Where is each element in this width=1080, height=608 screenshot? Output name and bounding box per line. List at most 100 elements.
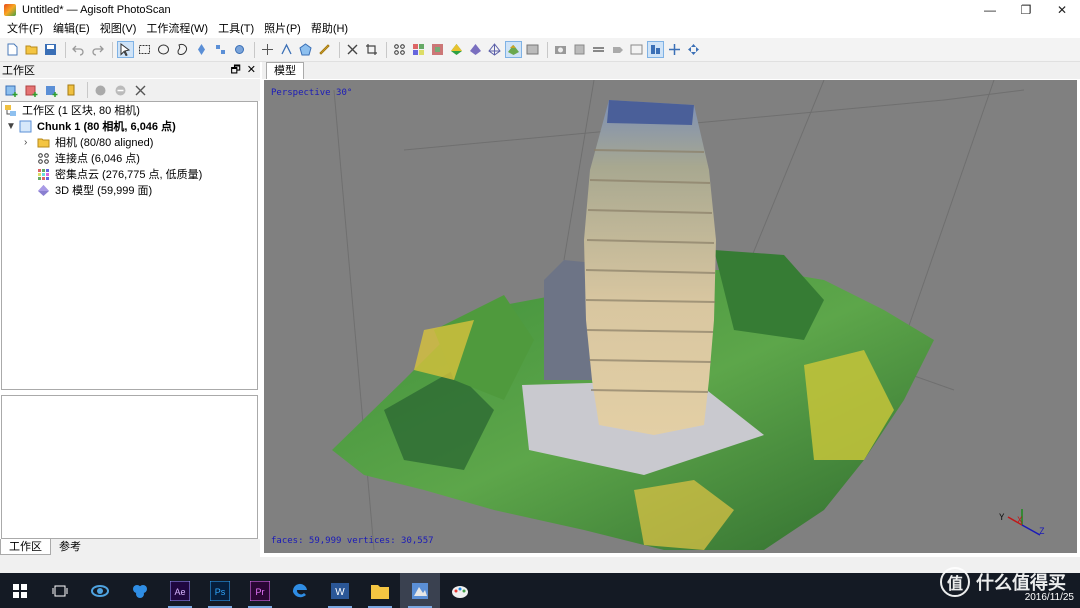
add-folder-icon[interactable] bbox=[43, 82, 60, 99]
rotate-region-icon[interactable] bbox=[231, 41, 248, 58]
crop-selection-icon[interactable] bbox=[363, 41, 380, 58]
browser-icon[interactable] bbox=[80, 573, 120, 608]
projection-label: Perspective 30° bbox=[271, 88, 353, 98]
close-panel-button[interactable]: ✕ bbox=[247, 62, 256, 78]
menu-help[interactable]: 帮助(H) bbox=[306, 20, 353, 38]
remove-items-icon[interactable] bbox=[132, 82, 149, 99]
show-info-icon[interactable] bbox=[628, 41, 645, 58]
draw-polygon-icon[interactable] bbox=[297, 41, 314, 58]
dense-cloud-classes-icon[interactable] bbox=[429, 41, 446, 58]
show-shapes-icon[interactable] bbox=[590, 41, 607, 58]
model-wireframe-icon[interactable] bbox=[486, 41, 503, 58]
status-bar bbox=[0, 557, 1080, 573]
show-region-icon[interactable] bbox=[571, 41, 588, 58]
model-solid-icon[interactable] bbox=[448, 41, 465, 58]
delete-selection-icon[interactable] bbox=[344, 41, 361, 58]
tab-model[interactable]: 模型 bbox=[266, 62, 304, 79]
close-button[interactable]: ✕ bbox=[1044, 0, 1080, 20]
word-icon[interactable]: W bbox=[320, 573, 360, 608]
tree-item-chunk-label: Chunk 1 (80 相机, 6,046 点) bbox=[37, 121, 176, 133]
menu-edit[interactable]: 编辑(E) bbox=[48, 20, 95, 38]
menu-file[interactable]: 文件(F) bbox=[2, 20, 48, 38]
show-cameras-icon[interactable] bbox=[552, 41, 569, 58]
enable-camera-icon[interactable] bbox=[92, 82, 109, 99]
window-title: Untitled* — Agisoft PhotoScan bbox=[22, 4, 171, 16]
workspace-icon bbox=[4, 104, 17, 117]
photoscan-taskbar-icon[interactable] bbox=[400, 573, 440, 608]
add-markers-icon[interactable] bbox=[63, 82, 80, 99]
workspace-panel-header: 工作区 🗗 ✕ bbox=[0, 62, 260, 78]
tie-points-view-icon[interactable] bbox=[391, 41, 408, 58]
task-view-icon[interactable] bbox=[40, 573, 80, 608]
add-photos-icon[interactable] bbox=[23, 82, 40, 99]
view-tab-bar: 模型 bbox=[262, 62, 1080, 79]
show-aligned-chunks-icon[interactable] bbox=[647, 41, 664, 58]
chunk-icon bbox=[19, 120, 32, 133]
float-panel-button[interactable]: 🗗 bbox=[230, 62, 240, 78]
title-bar: Untitled* — Agisoft PhotoScan — ❐ ✕ bbox=[0, 0, 1080, 20]
tree-item-workspace[interactable]: 工作区 (1 区块, 80 相机) bbox=[4, 102, 140, 118]
free-form-selection-icon[interactable] bbox=[174, 41, 191, 58]
app-logo-icon bbox=[4, 4, 16, 16]
resize-region-icon[interactable] bbox=[212, 41, 229, 58]
photoscan-window: Untitled* — Agisoft PhotoScan — ❐ ✕ 文件(F… bbox=[0, 0, 1080, 608]
marker-icon[interactable] bbox=[259, 41, 276, 58]
redo-icon[interactable] bbox=[89, 41, 106, 58]
model-shaded-icon[interactable] bbox=[467, 41, 484, 58]
show-trackball-icon[interactable] bbox=[666, 41, 683, 58]
open-folder-icon[interactable] bbox=[23, 41, 40, 58]
tab-reference[interactable]: 参考 bbox=[51, 539, 89, 555]
mesh-stats-label: faces: 59,999 vertices: 30,557 bbox=[271, 536, 434, 546]
rectangle-selection-icon[interactable] bbox=[136, 41, 153, 58]
tree-item-tie-points[interactable]: 连接点 (6,046 点) bbox=[37, 150, 140, 166]
tree-item-model[interactable]: 3D 模型 (59,999 面) bbox=[37, 182, 152, 198]
measure-ruler-icon[interactable] bbox=[316, 41, 333, 58]
tree-item-dense-cloud[interactable]: 密集点云 (276,775 点, 低质量) bbox=[37, 166, 202, 182]
folder-icon bbox=[37, 136, 50, 149]
show-markers-icon[interactable] bbox=[609, 41, 626, 58]
svg-text:Ae: Ae bbox=[174, 587, 185, 597]
cloud-app-icon[interactable] bbox=[120, 573, 160, 608]
start-windows-icon[interactable] bbox=[0, 573, 40, 608]
cameras-expand-chevron-icon[interactable]: › bbox=[24, 137, 27, 148]
edge-browser-icon[interactable] bbox=[280, 573, 320, 608]
workspace-toolbar bbox=[0, 79, 260, 101]
save-icon[interactable] bbox=[42, 41, 59, 58]
file-explorer-icon[interactable] bbox=[360, 573, 400, 608]
menu-workflow[interactable]: 工作流程(W) bbox=[141, 20, 213, 38]
menu-photos[interactable]: 照片(P) bbox=[259, 20, 306, 38]
tie-points-icon bbox=[37, 152, 50, 165]
tree-item-cameras-label: 相机 (80/80 aligned) bbox=[55, 137, 154, 149]
paint-app-icon[interactable] bbox=[440, 573, 480, 608]
tab-workspace[interactable]: 工作区 bbox=[0, 539, 51, 555]
menu-view[interactable]: 视图(V) bbox=[95, 20, 142, 38]
os-taskbar: Ae Ps Pr W bbox=[0, 573, 1080, 608]
after-effects-icon[interactable]: Ae bbox=[160, 573, 200, 608]
premiere-icon[interactable]: Pr bbox=[240, 573, 280, 608]
restore-button[interactable]: ❐ bbox=[1008, 0, 1044, 20]
ruler-angle-icon[interactable] bbox=[278, 41, 295, 58]
photoshop-icon[interactable]: Ps bbox=[200, 573, 240, 608]
new-file-icon[interactable] bbox=[4, 41, 21, 58]
circle-selection-icon[interactable] bbox=[155, 41, 172, 58]
tree-item-cameras[interactable]: 相机 (80/80 aligned) bbox=[37, 134, 153, 150]
tree-item-chunk[interactable]: Chunk 1 (80 相机, 6,046 点) bbox=[19, 118, 176, 134]
tree-item-model-label: 3D 模型 (59,999 面) bbox=[55, 185, 153, 197]
menu-tools[interactable]: 工具(T) bbox=[213, 20, 259, 38]
add-chunk-icon[interactable] bbox=[3, 82, 20, 99]
tiled-model-icon[interactable] bbox=[524, 41, 541, 58]
svg-text:Ps: Ps bbox=[215, 587, 226, 597]
tree-item-dense-cloud-label: 密集点云 (276,775 点, 低质量) bbox=[55, 169, 203, 181]
svg-text:W: W bbox=[335, 587, 345, 598]
main-toolbar bbox=[0, 38, 1080, 62]
move-region-icon[interactable] bbox=[193, 41, 210, 58]
dense-cloud-view-icon[interactable] bbox=[410, 41, 427, 58]
disable-camera-icon[interactable] bbox=[112, 82, 129, 99]
navigation-cursor-icon[interactable] bbox=[117, 41, 134, 58]
undo-icon[interactable] bbox=[70, 41, 87, 58]
reset-view-icon[interactable] bbox=[685, 41, 702, 58]
model-textured-icon[interactable] bbox=[505, 41, 522, 58]
chunk-collapse-chevron-icon[interactable]: ▼ bbox=[6, 121, 16, 132]
model-viewport[interactable]: Perspective 30° faces: 59,999 vertices: … bbox=[264, 80, 1077, 553]
minimize-button[interactable]: — bbox=[972, 0, 1008, 20]
